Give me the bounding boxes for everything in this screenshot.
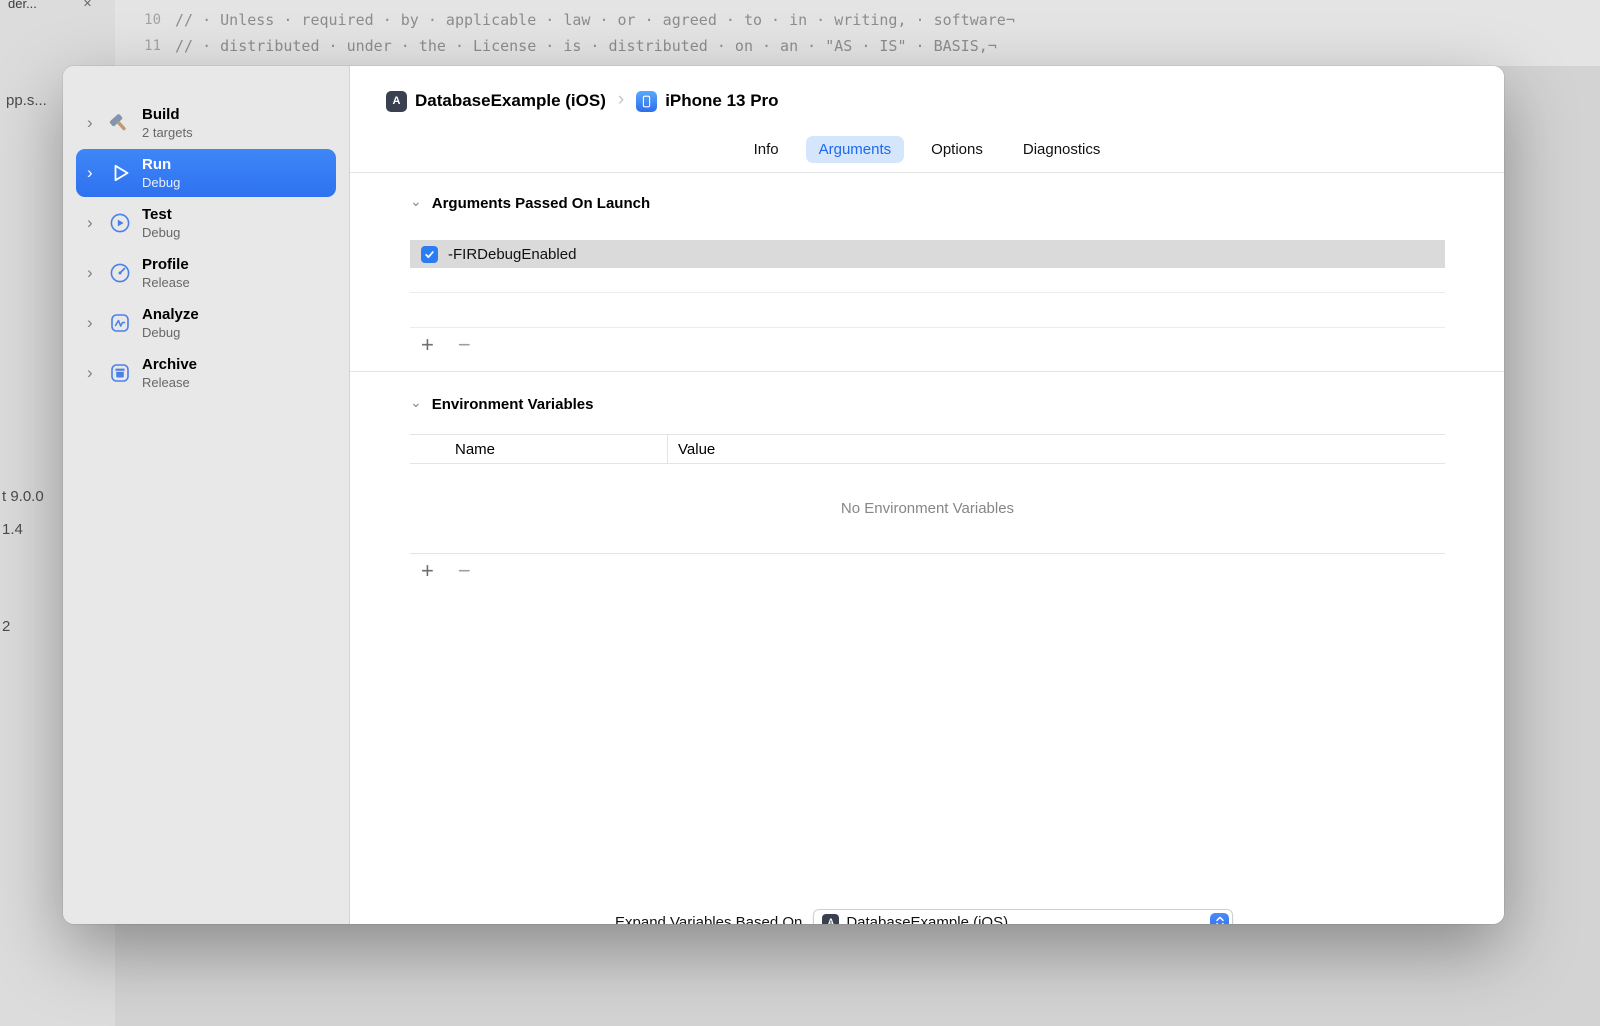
tab-options[interactable]: Options <box>918 136 996 163</box>
sidebar-item-test[interactable]: › Test Debug <box>76 199 336 247</box>
destination-name[interactable]: iPhone 13 Pro <box>665 91 778 111</box>
analyze-icon <box>106 310 133 337</box>
sidebar-item-label: Test <box>142 205 172 223</box>
background-tab-title: der... <box>8 0 37 11</box>
empty-table-row <box>410 293 1445 328</box>
section-divider <box>350 371 1504 372</box>
environment-section-header: ⌄ Environment Variables <box>350 394 1504 413</box>
tab-arguments[interactable]: Arguments <box>805 136 905 163</box>
gauge-icon <box>106 260 133 287</box>
code-line: 10 // · Unless · required · by · applica… <box>115 11 1015 29</box>
expand-variables-value: DatabaseExample (iOS) <box>846 913 1009 925</box>
empty-table-row <box>410 268 1445 293</box>
expand-variables-row: Expand Variables Based On A DatabaseExam… <box>615 909 1234 925</box>
chevron-right-icon[interactable]: › <box>87 164 101 181</box>
line-number: 11 <box>144 38 161 54</box>
sidebar-item-label: Profile <box>142 255 189 273</box>
environment-table-header: Name Value <box>410 435 1445 464</box>
breadcrumb: A DatabaseExample (iOS) › iPhone 13 Pro <box>386 89 779 112</box>
launch-arguments-table: -FIRDebugEnabled <box>410 240 1445 328</box>
close-icon: ✕ <box>82 0 93 10</box>
disclosure-chevron-icon[interactable]: ⌄ <box>410 394 422 411</box>
remove-icon[interactable]: − <box>458 560 471 582</box>
argument-checkbox[interactable] <box>421 245 438 263</box>
tab-bar: Info Arguments Options Diagnostics <box>350 136 1504 163</box>
arguments-tab-content: ⌄ Arguments Passed On Launch -FIRDebugEn… <box>350 174 1504 924</box>
arguments-section-header: ⌄ Arguments Passed On Launch <box>350 193 1504 212</box>
scheme-actions-sidebar: › Build 2 targets › Run Debug › Test Deb… <box>63 66 350 924</box>
argument-row[interactable]: -FIRDebugEnabled <box>410 240 1445 268</box>
environment-add-remove: + − <box>421 558 1504 584</box>
background-editor: 10 // · Unless · required · by · applica… <box>115 0 1600 66</box>
tab-diagnostics[interactable]: Diagnostics <box>1010 136 1114 163</box>
iphone-icon <box>636 90 658 112</box>
sidebar-item-sublabel: Release <box>142 374 190 390</box>
environment-empty-placeholder: No Environment Variables <box>410 464 1445 554</box>
code-text: // · Unless · required · by · applicable… <box>175 11 1015 29</box>
sidebar-item-sublabel: Debug <box>142 224 181 240</box>
scheme-main-panel: A DatabaseExample (iOS) › iPhone 13 Pro … <box>350 66 1504 924</box>
chevron-right-icon[interactable]: › <box>87 314 101 331</box>
chevron-right-icon[interactable]: › <box>87 214 101 231</box>
archive-box-icon <box>106 360 133 387</box>
project-icon: A <box>386 90 407 112</box>
column-header-name: Name <box>410 435 668 463</box>
sidebar-item-label: Archive <box>142 355 198 373</box>
tab-info[interactable]: Info <box>741 136 792 163</box>
hammer-icon <box>106 110 133 137</box>
background-label: t 9.0.0 <box>2 488 44 505</box>
column-header-value: Value <box>678 440 716 458</box>
arguments-add-remove: + − <box>421 332 1504 358</box>
background-tab: der... ✕ <box>8 0 92 11</box>
sidebar-item-build[interactable]: › Build 2 targets <box>76 99 336 147</box>
code-line: 11 // · distributed · under · the · Lice… <box>115 37 997 55</box>
chevron-right-icon[interactable]: › <box>87 364 101 381</box>
sidebar-item-sublabel: Release <box>142 274 190 290</box>
sidebar-item-sublabel: Debug <box>142 324 181 340</box>
sidebar-item-label: Build <box>142 105 180 123</box>
sidebar-item-label: Analyze <box>142 305 199 323</box>
sidebar-item-analyze[interactable]: › Analyze Debug <box>76 299 336 347</box>
expand-variables-label: Expand Variables Based On <box>615 913 803 925</box>
scheme-header: A DatabaseExample (iOS) › iPhone 13 Pro … <box>350 66 1504 173</box>
line-number: 10 <box>144 12 161 28</box>
expand-variables-popup[interactable]: A DatabaseExample (iOS) <box>813 909 1234 925</box>
sidebar-item-sublabel: 2 targets <box>142 124 193 140</box>
scheme-name[interactable]: DatabaseExample (iOS) <box>415 91 606 111</box>
add-icon[interactable]: + <box>421 560 434 582</box>
chevron-right-icon[interactable]: › <box>87 114 101 131</box>
sidebar-item-profile[interactable]: › Profile Release <box>76 249 336 297</box>
breadcrumb-chevron-icon: › <box>617 89 625 110</box>
sidebar-item-run[interactable]: › Run Debug <box>76 149 336 197</box>
add-icon[interactable]: + <box>421 334 434 356</box>
popup-stepper-icon[interactable] <box>1210 912 1230 924</box>
test-play-circle-icon <box>106 210 133 237</box>
scheme-editor-dialog: › Build 2 targets › Run Debug › Test Deb… <box>63 66 1504 924</box>
argument-value[interactable]: -FIRDebugEnabled <box>448 246 576 263</box>
sidebar-item-sublabel: Debug <box>142 174 181 190</box>
project-icon: A <box>822 913 840 924</box>
disclosure-chevron-icon[interactable]: ⌄ <box>410 193 422 210</box>
remove-icon[interactable]: − <box>458 334 471 356</box>
environment-variables-table: Name Value No Environment Variables <box>410 434 1445 554</box>
background-label: 1.4 <box>2 521 23 538</box>
sidebar-item-label: Run <box>142 155 172 173</box>
arguments-section-title: Arguments Passed On Launch <box>431 195 651 212</box>
code-text: // · distributed · under · the · License… <box>175 37 997 55</box>
background-file-label: pp.s... <box>6 92 47 109</box>
play-icon <box>106 160 133 187</box>
background-label: 2 <box>2 618 11 635</box>
environment-section-title: Environment Variables <box>431 396 594 413</box>
chevron-right-icon[interactable]: › <box>87 264 101 281</box>
sidebar-item-archive[interactable]: › Archive Release <box>76 349 336 397</box>
